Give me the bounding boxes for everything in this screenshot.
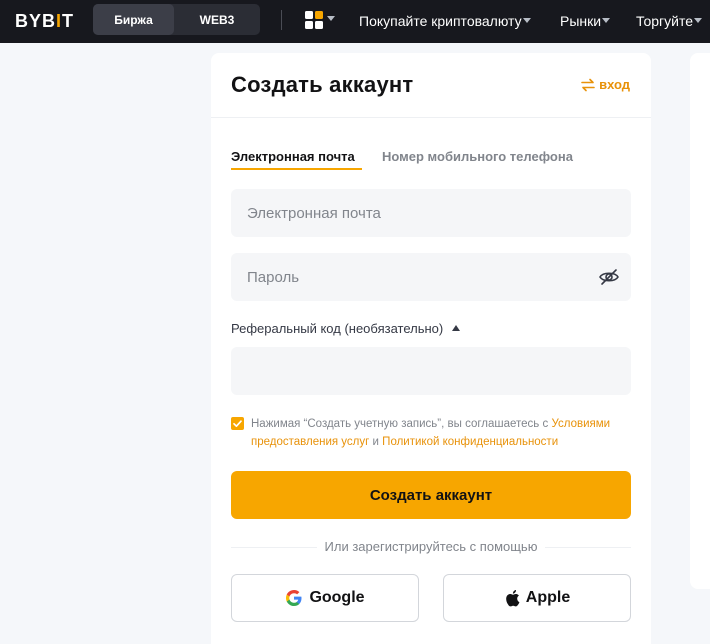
platform-switcher: Биржа WEB3 [93, 4, 260, 35]
eye-off-icon[interactable] [598, 266, 620, 288]
email-field[interactable] [231, 189, 631, 237]
privacy-policy-link[interactable]: Политикой конфиденциальности [382, 436, 558, 448]
nav-buy-crypto[interactable]: Покупайте криптовалюту [359, 12, 531, 31]
terms-checkbox[interactable] [231, 417, 244, 430]
apple-signup-button[interactable]: Apple [443, 574, 631, 622]
page-title: Создать аккаунт [231, 72, 414, 97]
create-account-button[interactable]: Создать аккаунт [231, 471, 631, 519]
referral-toggle[interactable]: Реферальный код (необязательно) [231, 320, 461, 338]
active-tab-indicator [231, 168, 362, 170]
referral-code-field[interactable] [231, 347, 631, 395]
google-signup-button[interactable]: Google [231, 574, 419, 622]
terms-consent-text: Нажимая “Создать учетную запись”, вы сог… [251, 418, 611, 448]
tab-web3[interactable]: WEB3 [174, 4, 260, 35]
chevron-up-icon [452, 325, 461, 331]
chevron-down-icon [694, 17, 702, 23]
login-link[interactable]: вход [581, 77, 630, 92]
check-icon [233, 420, 242, 428]
side-panel [690, 53, 710, 589]
tab-exchange[interactable]: Биржа [93, 4, 174, 35]
swap-arrows-icon [581, 78, 595, 91]
bybit-logo[interactable]: BYBIT [15, 12, 74, 31]
social-signup-label: Или зарегистрируйтесь с помощью [211, 539, 651, 555]
chevron-down-icon[interactable] [327, 16, 335, 21]
password-field[interactable] [231, 253, 631, 301]
signup-card: Создать аккаунт вход Электронная почта Н… [211, 53, 651, 644]
tab-email[interactable]: Электронная почта [231, 148, 355, 166]
apple-icon [505, 590, 520, 607]
chevron-down-icon [522, 17, 531, 23]
chevron-down-icon [602, 17, 611, 23]
apps-grid-icon[interactable] [304, 10, 324, 30]
tab-phone[interactable]: Номер мобильного телефона [382, 148, 573, 166]
nav-trade[interactable]: Торгуйте [636, 12, 702, 31]
top-navbar: BYBIT Биржа WEB3 Покупайте криптовалюту … [0, 0, 710, 43]
header-divider [281, 10, 282, 30]
google-icon [286, 590, 302, 606]
divider [211, 117, 651, 118]
nav-markets[interactable]: Рынки [560, 12, 611, 31]
